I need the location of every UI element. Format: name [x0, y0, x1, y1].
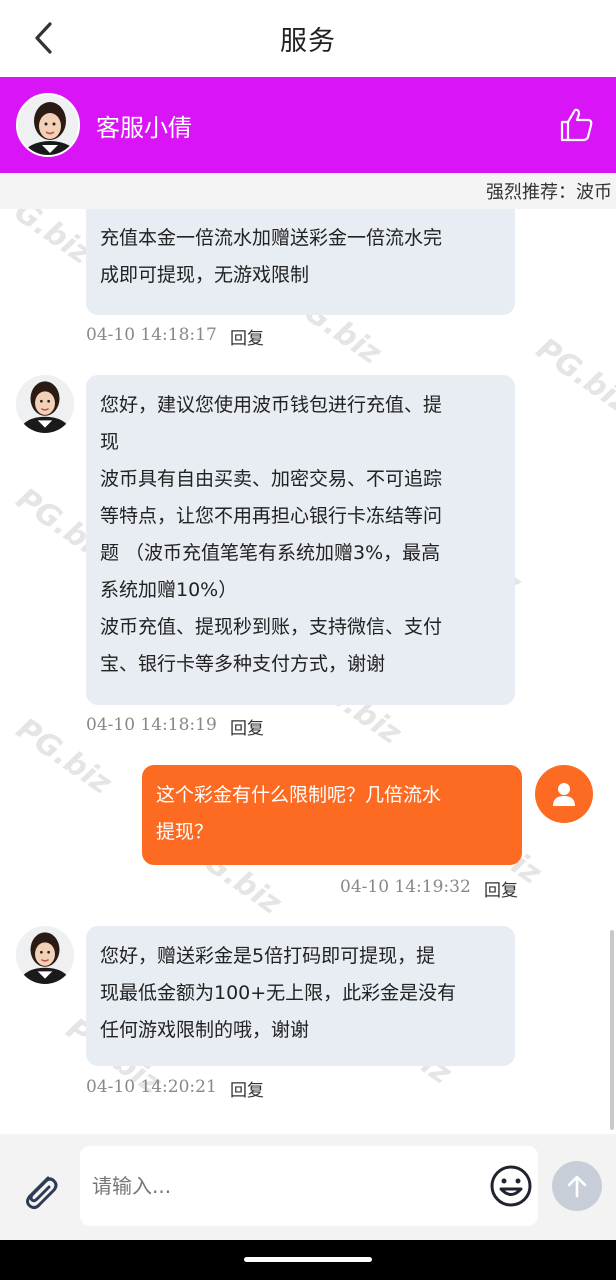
message-line: 您好，建议您使用波币钱包进行充值、提: [100, 394, 443, 416]
reply-link[interactable]: 回复: [230, 1076, 264, 1101]
user-avatar: [535, 765, 593, 823]
message-bubble-agent: 前或回售与福利专员申请领 充值本金一倍流水加赠送彩金一倍流水完 成即可提现，无游…: [86, 209, 515, 315]
message-line: 题 （波币充值笔笔有系统加赠3%，最高: [100, 542, 441, 564]
agent-avatar: [16, 93, 80, 157]
announcement-marquee: 强烈推荐：波币: [0, 173, 616, 209]
attach-button[interactable]: [18, 1168, 62, 1212]
like-button[interactable]: [556, 105, 596, 145]
message-line: 这个彩金有什么限制呢？几倍流水: [156, 784, 442, 806]
page-title: 服务: [280, 26, 336, 57]
person-icon: [553, 783, 575, 806]
message-line: 充值本金一倍流水加赠送彩金一倍流水完: [100, 227, 443, 249]
agent-name: 客服小倩: [96, 113, 192, 142]
message-line: 等特点，让您不用再担心银行卡冻结等问: [100, 505, 443, 527]
send-button[interactable]: [552, 1161, 602, 1211]
marquee-text: 强烈推荐：波币: [486, 182, 612, 203]
agent-avatar: [16, 926, 74, 984]
reply-link[interactable]: 回复: [484, 876, 518, 901]
thumbs-up-icon: [560, 108, 593, 142]
agent-avatar: [16, 375, 74, 433]
message-line: 您好，赠送彩金是5倍打码即可提现，提: [100, 945, 436, 967]
paperclip-icon: [26, 1176, 58, 1210]
agent-bar: 客服小倩: [0, 77, 616, 173]
message-line: 前或回售与福利专员申请领: [100, 209, 501, 220]
back-button[interactable]: [24, 18, 64, 58]
message-input[interactable]: [92, 1156, 472, 1216]
message-bubble-user: 这个彩金有什么限制呢？几倍流水 提现？: [142, 765, 522, 865]
top-nav: 服务: [0, 0, 616, 77]
system-nav-bar: [0, 1240, 616, 1280]
message-timestamp: 04-10 14:19:32: [340, 877, 471, 897]
message-bubble-agent: 您好，建议您使用波币钱包进行充值、提 现 波币具有自由买卖、加密交易、不可追踪 …: [86, 375, 515, 705]
chat-list[interactable]: PG.biz PG.biz PG.biz PG.biz PG.biz PG.bi…: [0, 209, 616, 1134]
reply-link[interactable]: 回复: [230, 324, 264, 349]
message-line: 宝、银行卡等多种支付方式，谢谢: [100, 653, 386, 675]
message-line: 成即可提现，无游戏限制: [100, 264, 310, 286]
message-line: 现最低金额为100+无上限，此彩金是没有: [100, 982, 457, 1004]
message-timestamp: 04-10 14:18:19: [86, 715, 217, 735]
chat-scrollbar[interactable]: [610, 930, 614, 1130]
watermark: PG.biz: [0, 209, 98, 272]
watermark: PG.biz: [529, 331, 616, 422]
smiley-icon: [490, 1165, 532, 1207]
message-input-bar: [0, 1134, 616, 1240]
message-timestamp: 04-10 14:18:17: [86, 325, 217, 345]
emoji-button[interactable]: [488, 1163, 534, 1209]
message-line: 提现？: [156, 821, 214, 843]
message-line: 波币具有自由买卖、加密交易、不可追踪: [100, 468, 443, 490]
home-indicator[interactable]: [244, 1257, 372, 1262]
chevron-left-icon: [35, 22, 52, 54]
reply-link[interactable]: 回复: [230, 714, 264, 739]
message-bubble-agent: 您好，赠送彩金是5倍打码即可提现，提 现最低金额为100+无上限，此彩金是没有 …: [86, 926, 515, 1066]
message-line: 系统加赠10%）: [100, 579, 238, 601]
message-line: 波币充值、提现秒到账，支持微信、支付: [100, 616, 443, 638]
arrow-up-icon: [567, 1175, 587, 1198]
message-timestamp: 04-10 14:20:21: [86, 1077, 217, 1097]
message-line: 现: [100, 431, 120, 453]
message-line: 任何游戏限制的哦，谢谢: [100, 1019, 310, 1041]
